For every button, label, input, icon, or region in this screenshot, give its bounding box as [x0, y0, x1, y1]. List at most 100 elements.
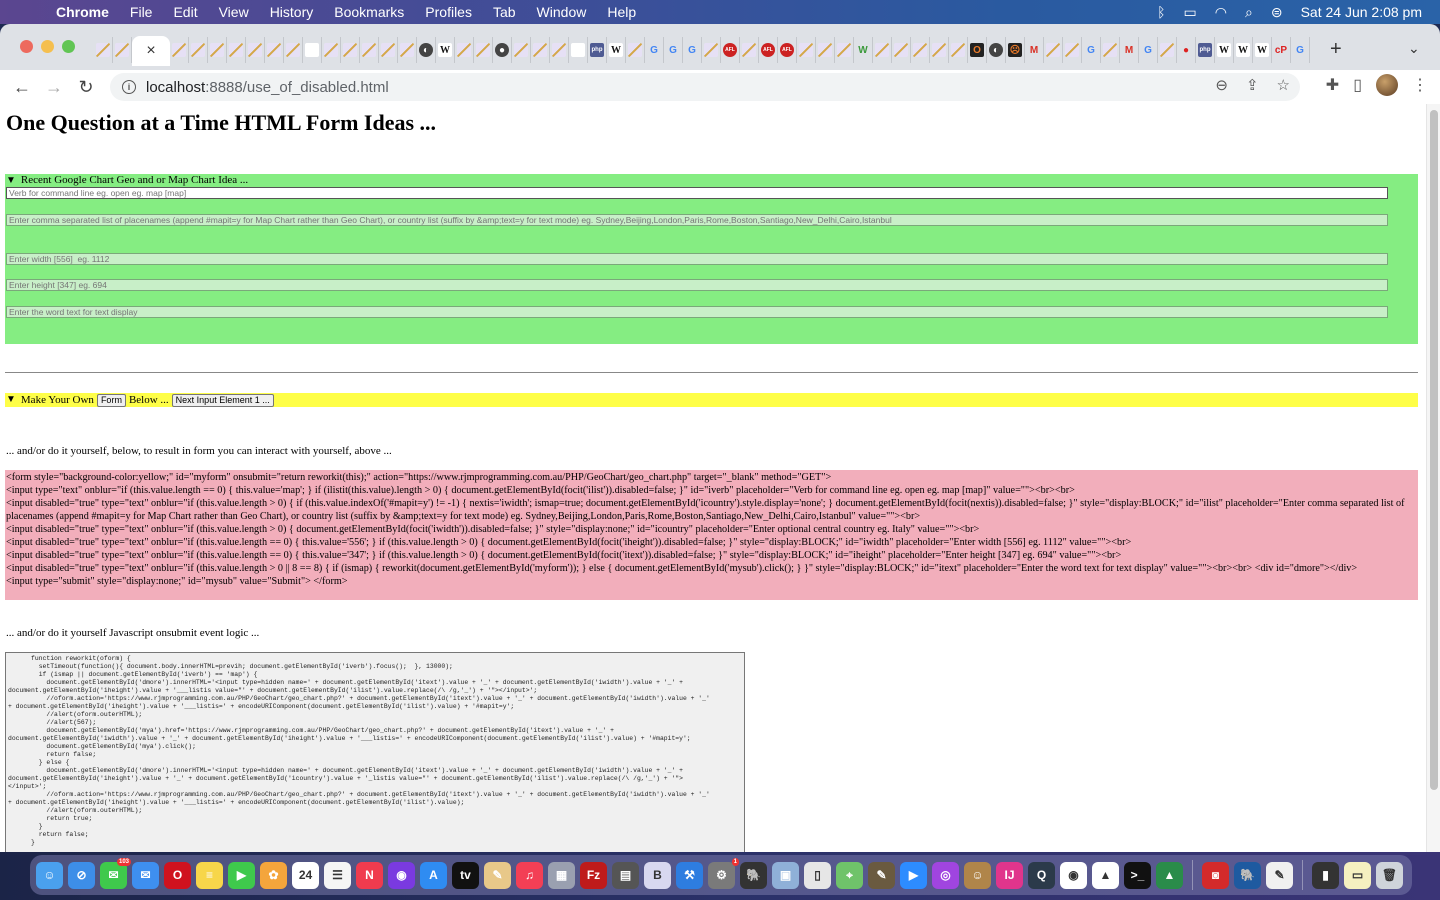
- browser-tab[interactable]: [550, 37, 569, 63]
- browser-tab[interactable]: [816, 37, 835, 63]
- photos-dock-icon[interactable]: ✿: [260, 861, 287, 889]
- news-dock-icon[interactable]: N: [356, 861, 383, 889]
- browser-tab[interactable]: [835, 37, 854, 63]
- browser-tab[interactable]: [284, 37, 303, 63]
- inkscape-dock-icon[interactable]: ▲: [1092, 861, 1119, 889]
- menu-view[interactable]: View: [219, 4, 249, 20]
- mail-dock-icon[interactable]: ✉: [132, 861, 159, 889]
- back-button[interactable]: ←: [6, 77, 38, 98]
- facetime-dock-icon[interactable]: ▶: [228, 861, 255, 889]
- calendar-dock-icon[interactable]: 24: [292, 861, 319, 889]
- browser-tab[interactable]: W: [1215, 37, 1234, 63]
- tab-active[interactable]: ×: [132, 36, 170, 66]
- browser-tab[interactable]: [797, 37, 816, 63]
- apple-tv-dock-icon[interactable]: tv: [452, 861, 479, 889]
- javascript-source-textarea[interactable]: function reworkit(oform) { setTimeout(fu…: [5, 652, 745, 852]
- menu-bookmarks[interactable]: Bookmarks: [334, 4, 404, 20]
- browser-tab[interactable]: [227, 37, 246, 63]
- browser-tab[interactable]: [265, 37, 284, 63]
- opera-dock-icon[interactable]: O: [164, 861, 191, 889]
- spotlight-search-icon[interactable]: ⌕: [1245, 4, 1253, 21]
- downloads-stack-dock-icon[interactable]: ▮: [1312, 861, 1339, 889]
- browser-tab[interactable]: [113, 37, 132, 63]
- menu-profiles[interactable]: Profiles: [425, 4, 472, 20]
- browser-tab[interactable]: [379, 37, 398, 63]
- close-window-button[interactable]: [20, 40, 33, 53]
- menu-window[interactable]: Window: [537, 4, 587, 20]
- browser-tab[interactable]: [892, 37, 911, 63]
- zoom-dock-icon[interactable]: ▶: [900, 861, 927, 889]
- bbedit-dock-icon[interactable]: B: [644, 861, 671, 889]
- trash-dock-icon[interactable]: 🗑: [1376, 861, 1403, 889]
- menu-file[interactable]: File: [130, 4, 153, 20]
- menubar-clock[interactable]: Sat 24 Jun 2:08 pm: [1301, 4, 1422, 20]
- browser-tab[interactable]: [512, 37, 531, 63]
- browser-tab[interactable]: G: [645, 37, 664, 63]
- browser-tab[interactable]: [303, 37, 322, 63]
- bookmark-star-icon[interactable]: ☆: [1277, 76, 1290, 94]
- side-panel-icon[interactable]: ▯: [1353, 75, 1362, 95]
- browser-tab[interactable]: O: [968, 37, 987, 63]
- menu-edit[interactable]: Edit: [173, 4, 197, 20]
- mamp-dock-icon[interactable]: 🐘: [740, 861, 767, 889]
- browser-tab[interactable]: [170, 37, 189, 63]
- placenames-input[interactable]: [6, 214, 1388, 226]
- paintbrush-dock-icon[interactable]: ✎: [484, 861, 511, 889]
- browser-tab[interactable]: W: [1234, 37, 1253, 63]
- tab-search-chevron-icon[interactable]: ⌄: [1408, 40, 1420, 57]
- verb-input[interactable]: [6, 187, 1388, 199]
- make-your-own-summary[interactable]: ▼ Make Your Own Form Below ... Next Inpu…: [5, 393, 1418, 407]
- browser-tab[interactable]: php: [1196, 37, 1215, 63]
- system-preferences-dock-icon[interactable]: ⚙ 1: [708, 857, 739, 889]
- browser-tab[interactable]: G: [683, 37, 702, 63]
- browser-tab[interactable]: M: [1025, 37, 1044, 63]
- address-bar[interactable]: i localhost:8888/use_of_disabled.html: [110, 73, 1300, 101]
- screenshot-stack-dock-icon[interactable]: ▭: [1344, 861, 1371, 889]
- contacts-dock-icon[interactable]: ☺: [964, 861, 991, 889]
- browser-tab[interactable]: [246, 37, 265, 63]
- browser-tab[interactable]: [474, 37, 493, 63]
- browser-tab[interactable]: [94, 37, 113, 63]
- photo-booth-dock-icon[interactable]: ◙: [1202, 861, 1229, 889]
- browser-tab[interactable]: [702, 37, 721, 63]
- browser-tab[interactable]: AFL: [778, 37, 797, 63]
- browser-tab[interactable]: [1158, 37, 1177, 63]
- safari-dock-icon[interactable]: ⊘: [68, 861, 95, 889]
- battery-charging-icon[interactable]: ▭: [1184, 4, 1197, 21]
- next-input-element-button[interactable]: Next Input Element 1 ...: [171, 393, 274, 407]
- wifi-icon[interactable]: ◠: [1215, 4, 1227, 21]
- menu-history[interactable]: History: [270, 4, 314, 20]
- quicktime-dock-icon[interactable]: Q: [1028, 861, 1055, 889]
- music-dock-icon[interactable]: ♫: [516, 861, 543, 889]
- page-scrollbar[interactable]: [1426, 104, 1440, 852]
- browser-tab[interactable]: AFL: [721, 37, 740, 63]
- browser-tab[interactable]: [1044, 37, 1063, 63]
- podcasts-dock-icon[interactable]: ◎: [932, 861, 959, 889]
- intellij-dock-icon[interactable]: IJ: [996, 861, 1023, 889]
- browser-tab[interactable]: [531, 37, 550, 63]
- width-input[interactable]: [6, 253, 1388, 265]
- browser-tab[interactable]: [949, 37, 968, 63]
- profile-avatar[interactable]: [1376, 74, 1398, 96]
- mamp-pro-dock-icon[interactable]: 🐘: [1234, 861, 1261, 889]
- chrome-dock-icon[interactable]: ◉: [1060, 861, 1087, 889]
- maps-dock-icon[interactable]: ⌖: [836, 861, 863, 889]
- browser-tab[interactable]: W: [854, 37, 873, 63]
- browser-tab[interactable]: ●: [1177, 37, 1196, 63]
- more-menu-icon[interactable]: ⋮: [1412, 75, 1428, 95]
- text-mode-input[interactable]: [6, 306, 1388, 318]
- browser-tab[interactable]: [322, 37, 341, 63]
- minimize-window-button[interactable]: [41, 40, 54, 53]
- zoom-window-button[interactable]: [62, 40, 75, 53]
- browser-tab[interactable]: [208, 37, 227, 63]
- preview-dock-icon[interactable]: ▣: [772, 861, 799, 889]
- browser-tab[interactable]: [360, 37, 379, 63]
- extensions-puzzle-icon[interactable]: ✚: [1326, 75, 1339, 95]
- browser-tab[interactable]: cP: [1272, 37, 1291, 63]
- browser-tab[interactable]: [398, 37, 417, 63]
- browser-tab[interactable]: [740, 37, 759, 63]
- browser-tab[interactable]: [1063, 37, 1082, 63]
- textedit-doc-dock-icon[interactable]: ▯: [804, 861, 831, 889]
- menu-app-chrome[interactable]: Chrome: [56, 4, 109, 20]
- geo-chart-summary[interactable]: ▼ Recent Google Chart Geo and or Map Char…: [5, 174, 1418, 187]
